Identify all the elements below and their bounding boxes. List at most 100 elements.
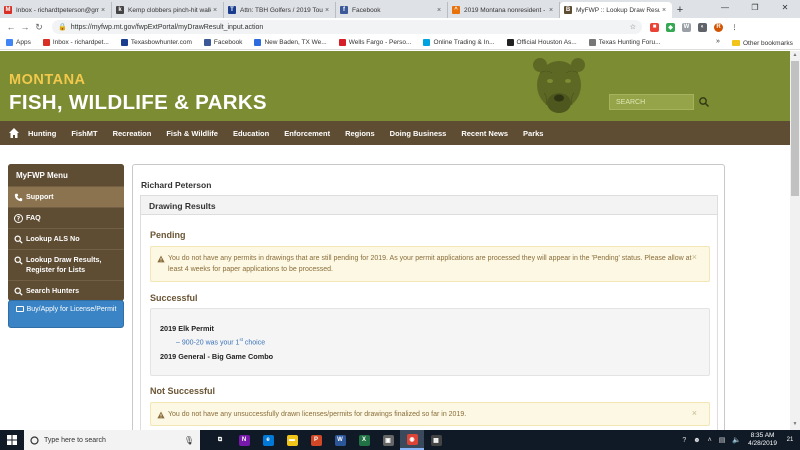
bookmark-item[interactable]: New Baden, TX We... — [254, 39, 327, 46]
browser-tab[interactable]: k Kemp clobbers pinch-hit walk × — [112, 2, 224, 18]
task-view-icon: ⧉ — [217, 436, 223, 443]
bookmark-item[interactable]: Official Houston As... — [506, 39, 577, 46]
brand-montana[interactable]: MONTANA — [9, 72, 86, 88]
nav-item-fish-wildlife[interactable]: Fish & Wildlife — [166, 129, 218, 138]
taskbar-app[interactable]: W — [328, 430, 352, 450]
sidebar-item-search-hunters[interactable]: Search Hunters — [8, 280, 124, 301]
bookmark-favicon-icon — [588, 39, 596, 46]
browser-tab[interactable]: B MyFWP :: Lookup Draw Resu × — [560, 2, 672, 18]
taskbar-app[interactable]: ▣ — [376, 430, 400, 450]
extension-icon[interactable]: ◐ — [698, 22, 707, 32]
bookmark-item[interactable]: Online Trading & In... — [423, 39, 495, 46]
notifications-icon[interactable]: 21 — [783, 434, 797, 446]
chrome-icon: ◉ — [406, 433, 418, 445]
grizzly-bear-icon — [533, 58, 585, 113]
bookmark-item[interactable]: Texas Hunting Foru... — [588, 39, 661, 46]
taskbar-app[interactable]: P — [304, 430, 328, 450]
close-alert-button[interactable]: × — [692, 252, 697, 263]
help-icon[interactable]: ? — [682, 437, 686, 444]
profile-avatar[interactable]: R — [714, 22, 723, 32]
extension-icon[interactable]: ◆ — [666, 22, 675, 32]
close-window-button[interactable]: ✕ — [770, 0, 800, 16]
pending-alert: You do not have any permits in drawings … — [150, 246, 710, 282]
sidebar-item-label: Support — [26, 192, 54, 201]
close-tab-icon[interactable]: × — [435, 7, 443, 14]
volume-icon[interactable]: 🔈 — [732, 436, 741, 444]
close-tab-icon[interactable]: × — [211, 7, 219, 14]
nav-item-enforcement[interactable]: Enforcement — [284, 129, 330, 138]
new-tab-button[interactable]: + — [672, 2, 688, 18]
bookmark-item[interactable]: Texasbowhunter.com — [120, 39, 192, 46]
nav-item-regions[interactable]: Regions — [345, 129, 375, 138]
bookmark-star-icon[interactable]: ☆ — [630, 23, 636, 31]
address-bar[interactable]: 🔒 https://myfwp.mt.gov/fwpExtPortal/myDr… — [52, 20, 642, 34]
minimize-button[interactable]: — — [710, 0, 740, 16]
nav-item-fishmt[interactable]: FishMT — [71, 129, 97, 138]
scroll-up-icon[interactable]: ▲ — [790, 52, 800, 60]
browser-toolbar: ← → ↻ 🔒 https://myfwp.mt.gov/fwpExtPorta… — [0, 18, 800, 36]
main-panel: Richard Peterson Drawing Results Pending… — [132, 164, 725, 435]
sidebar-item-support[interactable]: Support — [8, 186, 124, 207]
close-tab-icon[interactable]: × — [323, 7, 331, 14]
browser-tab[interactable]: ^ 2019 Montana nonresident - × — [448, 2, 560, 18]
chevron-up-icon[interactable]: ˄ — [708, 437, 712, 444]
nav-item-education[interactable]: Education — [233, 129, 269, 138]
bookmarks-overflow-button[interactable]: » — [716, 38, 720, 45]
extension-icon[interactable]: ■ — [650, 22, 659, 32]
people-icon[interactable]: ☻ — [693, 437, 700, 444]
home-icon[interactable] — [8, 127, 20, 139]
nav-item-doing-business[interactable]: Doing Business — [390, 129, 447, 138]
fwp-icon: B — [564, 6, 572, 14]
other-bookmarks[interactable]: Other bookmarks — [732, 36, 793, 50]
close-alert-button[interactable]: × — [692, 408, 697, 419]
page-scrollbar[interactable]: ▲ ▼ — [790, 51, 800, 430]
bookmark-item[interactable]: Inbox - richardpet... — [42, 39, 109, 46]
nav-item-recreation[interactable]: Recreation — [113, 129, 152, 138]
taskbar-app[interactable]: ▦ — [424, 430, 448, 450]
clock[interactable]: 8:35 AM 4/28/2019 — [748, 432, 777, 448]
brand-fwp[interactable]: FISH, WILDLIFE & PARKS — [9, 91, 267, 115]
tab-title: Attn: TBH Golfers / 2019 Tou — [240, 6, 323, 14]
taskbar-app[interactable]: ◉ — [400, 430, 424, 450]
taskbar-app[interactable]: ▬ — [280, 430, 304, 450]
nav-item-parks[interactable]: Parks — [523, 129, 543, 138]
network-icon[interactable]: ▤ — [719, 436, 726, 444]
bookmark-item[interactable]: Wells Fargo - Perso... — [338, 39, 411, 46]
forward-icon[interactable]: → — [18, 22, 32, 32]
scroll-down-icon[interactable]: ▼ — [790, 421, 800, 429]
sidebar-item-lookup-als-no[interactable]: Lookup ALS No — [8, 228, 124, 249]
maximize-button[interactable]: ❐ — [740, 0, 770, 16]
bookmark-item[interactable]: Apps — [6, 39, 31, 46]
sidebar-item-lookup-draw-results-register-for-lists[interactable]: Lookup Draw Results, Register for Lists — [8, 249, 124, 280]
buy-apply-button[interactable]: Buy/Apply for License/Permit — [8, 300, 124, 328]
menu-kebab-icon[interactable]: ⋮ — [730, 23, 739, 32]
start-button[interactable] — [0, 430, 24, 450]
taskbar-search-input[interactable]: Type here to search 🎙 — [24, 430, 200, 450]
search-icon[interactable] — [698, 95, 710, 109]
sidebar-item-faq[interactable]: ? FAQ — [8, 207, 124, 228]
site-search-input[interactable]: SEARCH — [609, 94, 694, 110]
close-tab-icon[interactable]: × — [547, 7, 555, 14]
extension-icon[interactable]: W — [682, 22, 691, 32]
back-icon[interactable]: ← — [4, 22, 18, 32]
taskbar-app[interactable]: e — [256, 430, 280, 450]
close-tab-icon[interactable]: × — [660, 7, 668, 14]
svg-text:?: ? — [17, 215, 21, 222]
nav-item-hunting[interactable]: Hunting — [28, 129, 56, 138]
browser-tab[interactable]: f Facebook × — [336, 2, 448, 18]
close-tab-icon[interactable]: × — [99, 7, 107, 14]
scroll-thumb[interactable] — [791, 61, 799, 196]
calculator-icon: ▦ — [430, 434, 442, 446]
microphone-icon[interactable]: 🎙 — [184, 436, 194, 445]
edge-icon: e — [262, 434, 274, 446]
taskbar-app[interactable]: ⧉ — [208, 430, 232, 450]
search-icon — [14, 286, 26, 296]
taskbar-app[interactable]: N — [232, 430, 256, 450]
taskbar-app[interactable]: X — [352, 430, 376, 450]
reload-icon[interactable]: ↻ — [32, 22, 46, 33]
nav-item-recent-news[interactable]: Recent News — [461, 129, 508, 138]
browser-tab[interactable]: M Inbox - richardtpeterson@gm × — [0, 2, 112, 18]
bookmark-item[interactable]: Facebook — [203, 39, 242, 46]
extensions: ■ ◆ W ◐ R ⋮ — [650, 22, 739, 32]
browser-tab[interactable]: T Attn: TBH Golfers / 2019 Tou × — [224, 2, 336, 18]
